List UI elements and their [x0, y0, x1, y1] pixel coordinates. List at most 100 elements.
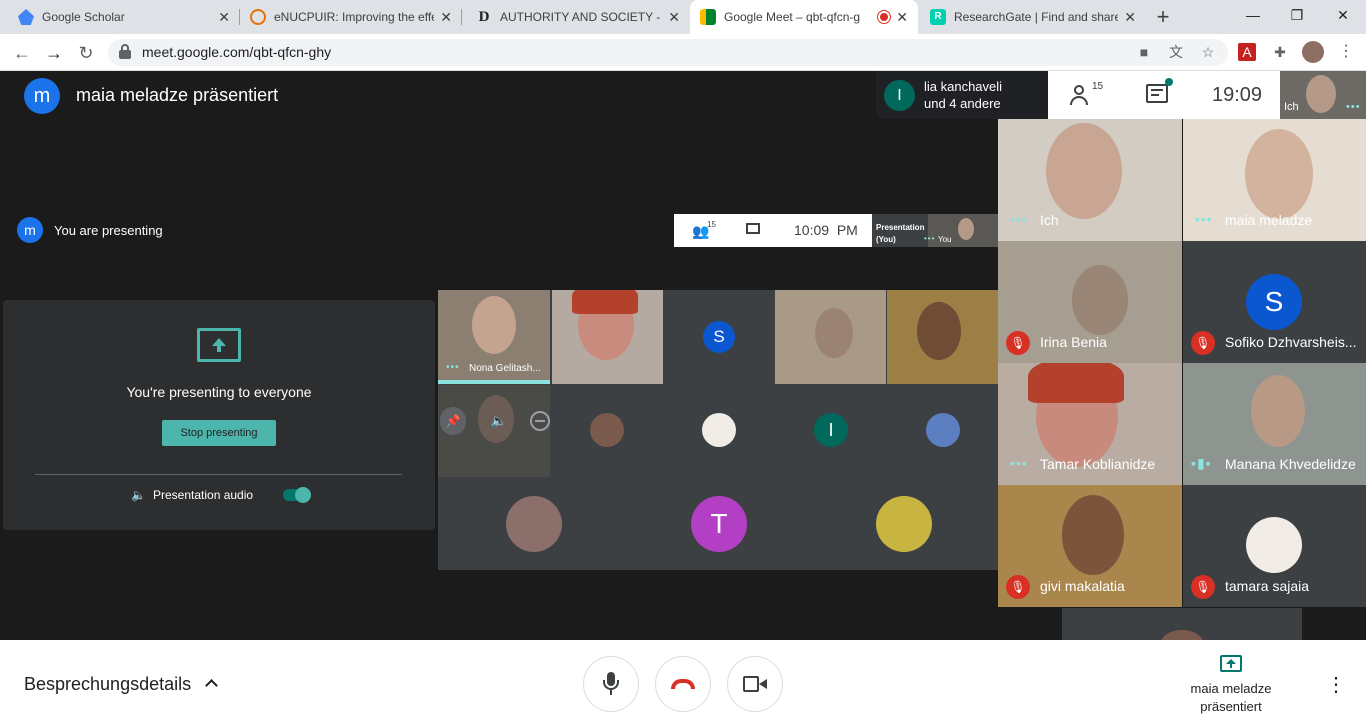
- participant-name: Manana Khvedelidze: [1225, 456, 1356, 472]
- meeting-info-panel: 15 19:09: [1048, 71, 1280, 119]
- participant-name: Irina Benia: [1040, 334, 1107, 350]
- speaking-indicator-icon: •••: [924, 234, 936, 243]
- shared-participants-count: 15: [707, 220, 716, 229]
- maximize-window-button[interactable]: ❐: [1274, 0, 1320, 30]
- bookmark-star-icon[interactable]: ☆: [1198, 43, 1218, 61]
- participant-thumb: [1246, 517, 1302, 573]
- participant-tile-maia[interactable]: ••• maia meladze: [1183, 119, 1366, 241]
- participant-face: [815, 308, 853, 358]
- divider: [35, 474, 402, 475]
- forward-icon[interactable]: →: [42, 42, 66, 64]
- pdf-extension-icon[interactable]: A: [1238, 43, 1256, 61]
- participant-tile-givi[interactable]: 🎙 givi makalatia: [998, 485, 1182, 607]
- shared-chat-icon: [746, 223, 760, 234]
- participant-avatar: I: [814, 413, 848, 447]
- tab-researchgate[interactable]: R ResearchGate | Find and share ✕: [920, 0, 1146, 34]
- minimize-window-button[interactable]: —: [1230, 0, 1276, 30]
- extensions-puzzle-icon[interactable]: ✚: [1270, 43, 1290, 61]
- participant-tile-sofiko[interactable]: S 🎙 Sofiko Dzhvarsheis...: [1183, 241, 1366, 363]
- mute-volume-icon[interactable]: 🔈: [486, 407, 512, 435]
- url-text[interactable]: meet.google.com/qbt-qfcn-ghy: [142, 44, 331, 60]
- participant-tile-irina[interactable]: 🎙 Irina Benia: [998, 241, 1182, 363]
- participants-icon[interactable]: 15: [1070, 81, 1103, 107]
- shared-tile-s: S: [663, 290, 774, 384]
- presenter-face: [958, 218, 974, 240]
- tab-google-meet[interactable]: Google Meet – qbt-qfcn-g ✕: [690, 0, 918, 34]
- participant-tile-ich[interactable]: ••• Ich: [998, 119, 1182, 241]
- meeting-clock: 19:09: [1212, 84, 1263, 106]
- volume-icon: 🔈: [131, 488, 146, 502]
- stop-presenting-button[interactable]: Stop presenting: [162, 420, 276, 446]
- chat-icon[interactable]: [1146, 78, 1173, 103]
- speaking-indicator-icon: •••: [1010, 455, 1028, 471]
- present-now-icon[interactable]: [1220, 655, 1242, 672]
- microphone-button[interactable]: [583, 656, 639, 712]
- shared-tile-tamar: [552, 290, 663, 384]
- shared-tile-nona: ••• Nona Gelitash...: [438, 290, 550, 384]
- close-tab-icon[interactable]: ✕: [896, 9, 908, 26]
- tab-google-scholar[interactable]: Google Scholar ✕: [8, 0, 240, 34]
- tab-enucpuir[interactable]: eNUCPUIR: Improving the effe ✕: [240, 0, 462, 34]
- camera-in-use-icon[interactable]: ■: [1134, 43, 1154, 61]
- close-tab-icon[interactable]: ✕: [440, 9, 452, 26]
- close-tab-icon[interactable]: ✕: [1124, 9, 1136, 26]
- participant-avatar: T: [691, 496, 747, 552]
- self-label: Ich: [1284, 101, 1299, 113]
- self-preview[interactable]: Ich •••: [1280, 71, 1366, 119]
- video-camera-icon: [743, 676, 767, 692]
- participant-name: tamara sajaia: [1225, 578, 1310, 594]
- new-tab-button[interactable]: +: [1148, 3, 1178, 31]
- speaking-indicator-icon: •••: [1346, 101, 1361, 113]
- participant-avatar: S: [1246, 274, 1302, 330]
- profile-avatar[interactable]: [1302, 41, 1324, 63]
- tab-title: ResearchGate | Find and share: [954, 10, 1119, 24]
- leave-call-button[interactable]: [655, 656, 711, 712]
- participant-tile-partial[interactable]: [1062, 608, 1302, 640]
- participant-tile-tamar[interactable]: ••• Tamar Koblianidze: [998, 363, 1182, 485]
- participant-tile-manana[interactable]: ▪▮▪ Manana Khvedelidze: [1183, 363, 1366, 485]
- remove-icon[interactable]: [530, 411, 550, 431]
- pin-icon[interactable]: 📌: [440, 407, 466, 435]
- speaking-indicator-icon: ▪▮▪: [1191, 455, 1212, 471]
- muted-mic-icon: 🎙: [1006, 331, 1030, 355]
- tab-authority-and-society[interactable]: D AUTHORITY AND SOCIETY - 20 ✕: [466, 0, 690, 34]
- meeting-details-button[interactable]: Besprechungsdetails: [24, 674, 191, 695]
- browser-menu-icon[interactable]: ⋮: [1336, 43, 1356, 61]
- close-window-button[interactable]: ✕: [1320, 0, 1366, 30]
- activity-avatar: I: [884, 80, 915, 111]
- participant-face: [1160, 630, 1204, 640]
- shared-you-label: You: [938, 235, 952, 244]
- participant-tile-tamara[interactable]: 🎙 tamara sajaia: [1183, 485, 1366, 607]
- participant-face: [1062, 495, 1124, 575]
- presenter-title: maia meladze präsentiert: [76, 85, 279, 105]
- active-speaker-bar: [438, 380, 550, 384]
- close-tab-icon[interactable]: ✕: [218, 9, 230, 26]
- participant-thumb: [702, 413, 736, 447]
- chevron-up-icon[interactable]: [204, 676, 220, 692]
- presenting-status[interactable]: maia meladze präsentiert: [1171, 680, 1291, 716]
- camera-button[interactable]: [727, 656, 783, 712]
- self-face: [1306, 75, 1336, 113]
- back-icon[interactable]: ←: [10, 42, 34, 64]
- more-options-icon[interactable]: ⋮: [1326, 672, 1346, 698]
- speaking-indicator-icon: •••: [1195, 211, 1213, 227]
- presentation-audio-toggle[interactable]: [283, 487, 311, 503]
- shared-tile-name: Nona Gelitash...: [469, 363, 541, 374]
- presentation-label: Presentation: [876, 223, 925, 232]
- presenting-card: You're presenting to everyone Stop prese…: [3, 300, 435, 530]
- presentation-you-label: (You): [876, 235, 896, 244]
- reload-icon[interactable]: ↻: [74, 42, 98, 64]
- participant-thumb: [590, 413, 624, 447]
- presentation-audio-label: Presentation audio: [153, 488, 254, 502]
- browser-tab-strip: Google Scholar ✕ eNUCPUIR: Improving the…: [0, 0, 1366, 34]
- activity-chip[interactable]: I lia kanchaveli und 4 andere: [876, 71, 1048, 119]
- close-tab-icon[interactable]: ✕: [668, 9, 680, 26]
- participant-face: [1245, 129, 1313, 219]
- translate-icon[interactable]: 文: [1166, 43, 1186, 61]
- presenter-avatar: m: [24, 78, 60, 114]
- shared-tile-givi: [887, 290, 998, 384]
- lock-icon: [119, 44, 131, 60]
- shared-screen-info-bar: 👥 15 10:09 PM: [674, 214, 872, 247]
- participant-name: Tamar Koblianidze: [1040, 456, 1156, 472]
- shared-tile-hover: 📌 🔈: [438, 385, 550, 477]
